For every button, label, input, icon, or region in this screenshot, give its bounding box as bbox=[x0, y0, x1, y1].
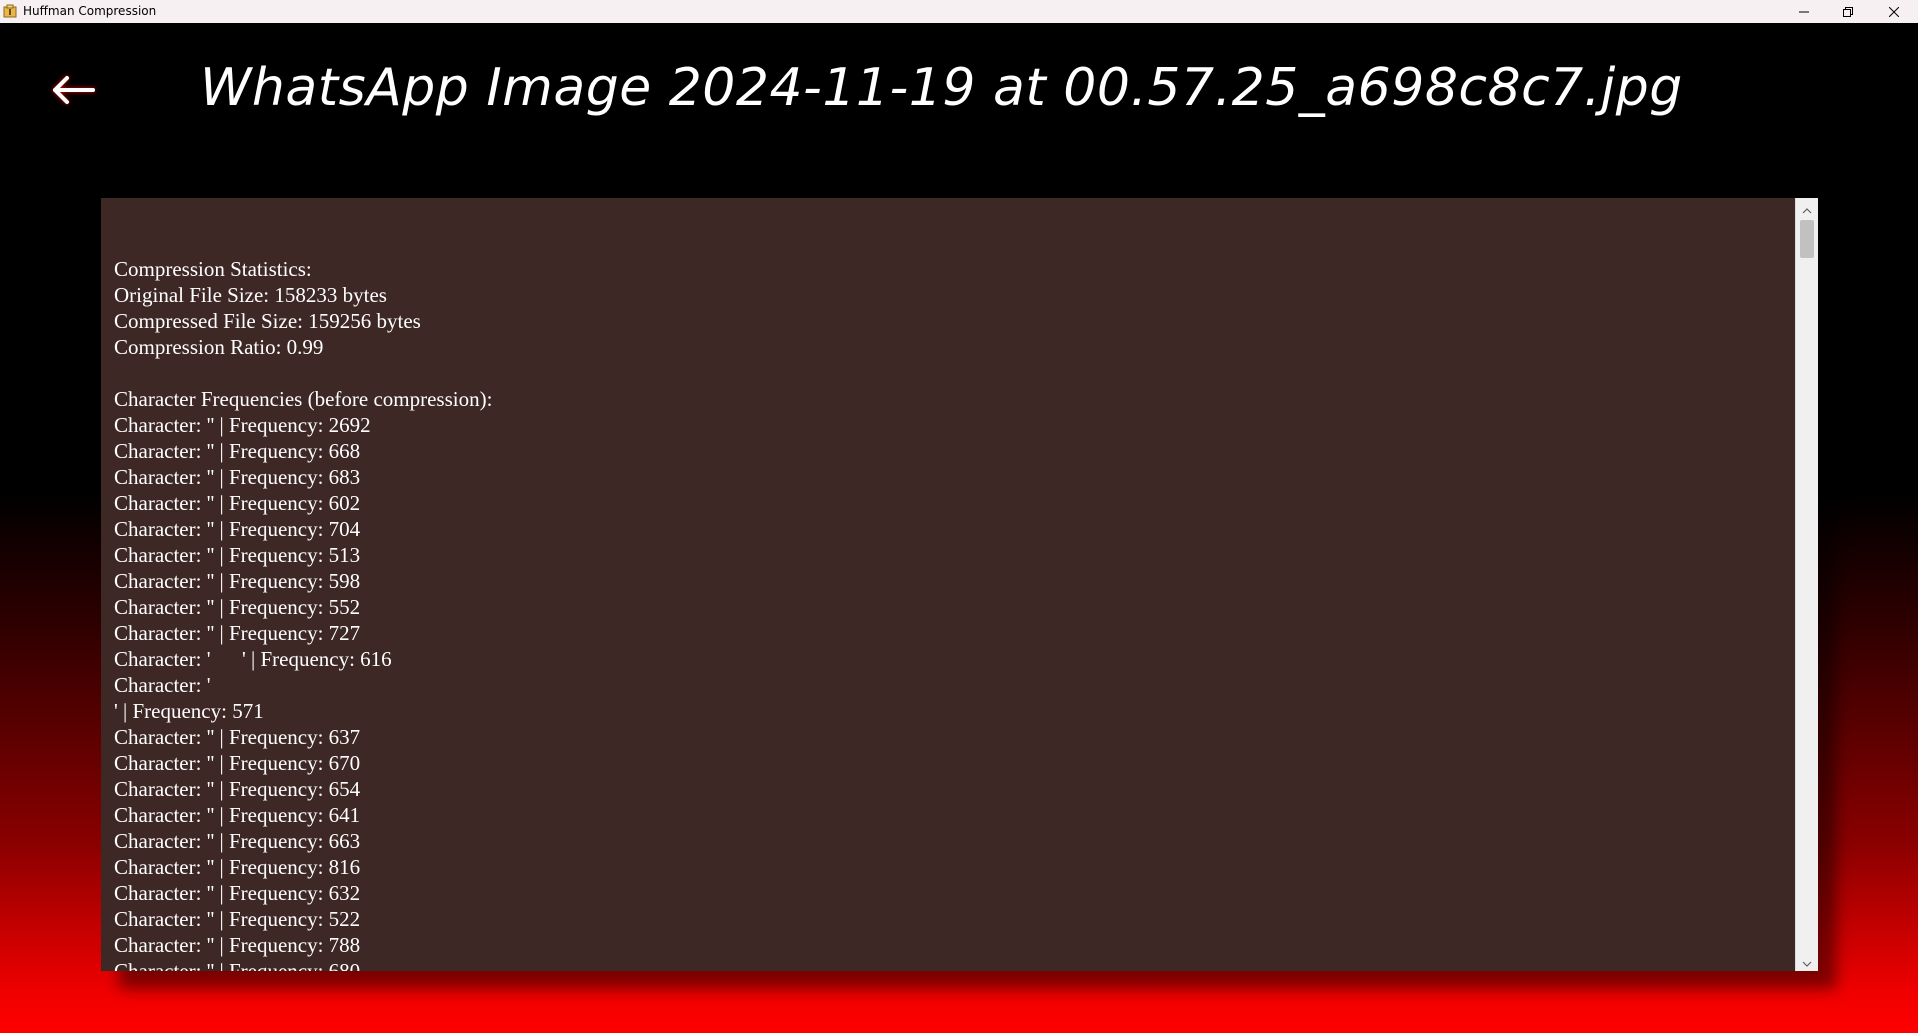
back-arrow-icon bbox=[50, 73, 100, 107]
restore-button[interactable] bbox=[1826, 0, 1870, 23]
main-view: WhatsApp Image 2024-11-19 at 00.57.25_a6… bbox=[0, 23, 1918, 1033]
output-line: Character: '' | Frequency: 704 bbox=[114, 517, 361, 541]
back-button[interactable] bbox=[50, 73, 100, 107]
output-line: ' | Frequency: 571 bbox=[114, 699, 264, 723]
output-line: Character: '' | Frequency: 2692 bbox=[114, 413, 371, 437]
app-icon bbox=[3, 4, 17, 18]
output-line: Character: '' | Frequency: 668 bbox=[114, 439, 361, 463]
chevron-down-icon bbox=[1802, 952, 1812, 971]
output-line: Character: ' bbox=[114, 673, 211, 697]
output-line: Character: '' | Frequency: 641 bbox=[114, 803, 361, 827]
close-icon bbox=[1889, 6, 1899, 17]
close-button[interactable] bbox=[1872, 0, 1916, 23]
output-line: Character: '' | Frequency: 788 bbox=[114, 933, 361, 957]
output-line: Character: '' | Frequency: 513 bbox=[114, 543, 361, 567]
output-line: Compression Statistics: bbox=[114, 257, 312, 281]
compression-output-panel[interactable]: Compression Statistics: Original File Siz… bbox=[101, 198, 1818, 971]
output-line: Character: '' | Frequency: 683 bbox=[114, 465, 361, 489]
restore-icon bbox=[1843, 6, 1853, 17]
output-line: Character: '' | Frequency: 680 bbox=[114, 959, 361, 971]
window-title: Huffman Compression bbox=[23, 4, 157, 18]
scroll-down-button[interactable] bbox=[1796, 951, 1818, 971]
output-line: Character: '' | Frequency: 598 bbox=[114, 569, 361, 593]
window-title-bar[interactable]: Huffman Compression bbox=[0, 0, 1918, 23]
scroll-up-button[interactable] bbox=[1796, 198, 1818, 218]
output-line: Character Frequencies (before compressio… bbox=[114, 387, 493, 411]
output-line: Character: '' | Frequency: 632 bbox=[114, 881, 361, 905]
chevron-up-icon bbox=[1802, 199, 1812, 218]
output-line: Character: '' | Frequency: 816 bbox=[114, 855, 361, 879]
output-line: Character: '' | Frequency: 663 bbox=[114, 829, 361, 853]
output-line: Character: '' | Frequency: 670 bbox=[114, 751, 361, 775]
output-line: Character: '' | Frequency: 552 bbox=[114, 595, 361, 619]
output-line: Character: '' | Frequency: 654 bbox=[114, 777, 361, 801]
minimize-icon bbox=[1799, 7, 1809, 17]
output-line: Character: '' | Frequency: 727 bbox=[114, 621, 361, 645]
output-line: Compressed File Size: 159256 bytes bbox=[114, 309, 421, 333]
vertical-scrollbar[interactable] bbox=[1795, 198, 1818, 971]
output-line: Character: '' | Frequency: 602 bbox=[114, 491, 361, 515]
compression-output-text[interactable]: Compression Statistics: Original File Siz… bbox=[101, 198, 1793, 971]
output-line: Original File Size: 158233 bytes bbox=[114, 283, 387, 307]
output-line: Character: '' | Frequency: 522 bbox=[114, 907, 361, 931]
scrollbar-thumb[interactable] bbox=[1800, 220, 1814, 258]
output-line: Character: '' | Frequency: 637 bbox=[114, 725, 361, 749]
output-line: Compression Ratio: 0.99 bbox=[114, 335, 324, 359]
output-line: Character: ' ' | Frequency: 616 bbox=[114, 647, 392, 671]
file-name-heading: WhatsApp Image 2024-11-19 at 00.57.25_a6… bbox=[200, 58, 1683, 118]
minimize-button[interactable] bbox=[1782, 0, 1826, 23]
